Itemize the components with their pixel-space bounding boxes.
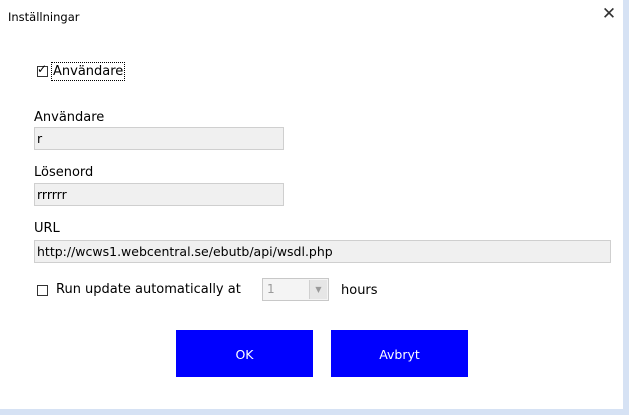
ok-button[interactable]: OK: [176, 330, 313, 377]
auto-update-checkbox[interactable]: [37, 285, 48, 296]
settings-dialog: Inställningar ✕ ✓ Användare Användare r …: [0, 0, 629, 415]
password-field[interactable]: rrrrrr: [34, 183, 284, 206]
password-label: Lösenord: [34, 165, 94, 180]
chevron-down-icon[interactable]: ▼: [309, 280, 327, 299]
user-checkbox[interactable]: ✓: [37, 62, 48, 77]
close-icon[interactable]: ✕: [600, 5, 618, 23]
title-bar: Inställningar ✕: [0, 0, 623, 30]
username-label: Användare: [34, 110, 105, 125]
checkmark-icon: ✓: [37, 62, 48, 76]
interval-value: 1: [267, 282, 275, 296]
username-field[interactable]: r: [34, 127, 284, 150]
dialog-title: Inställningar: [8, 10, 80, 24]
url-field[interactable]: http://wcws1.webcentral.se/ebutb/api/wsd…: [34, 240, 611, 263]
auto-update-label: Run update automatically at: [56, 282, 241, 297]
interval-stepper[interactable]: 1 ▼: [262, 278, 329, 301]
url-label: URL: [34, 221, 60, 236]
cancel-button[interactable]: Avbryt: [331, 330, 468, 377]
interval-unit-label: hours: [341, 283, 378, 298]
user-checkbox-label[interactable]: Användare: [50, 62, 126, 81]
